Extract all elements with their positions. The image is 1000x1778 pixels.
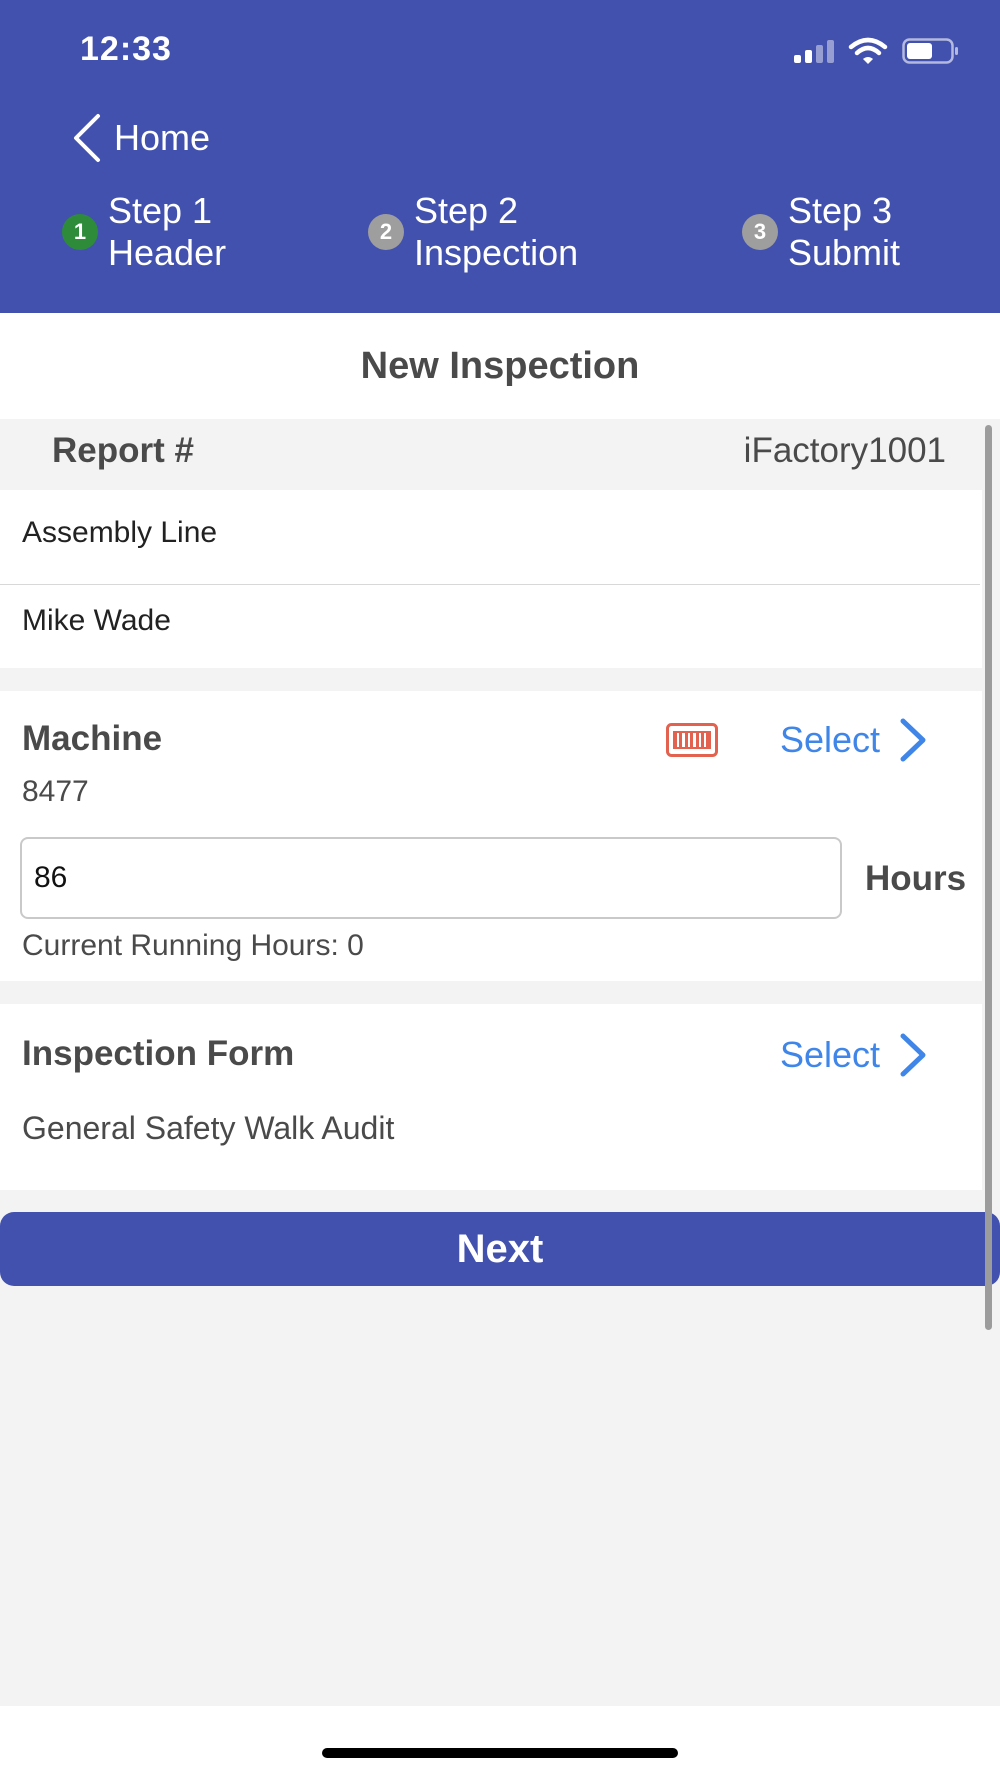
wifi-icon — [848, 37, 888, 64]
current-running-hours: Current Running Hours: 0 — [22, 929, 364, 962]
status-time: 12:33 — [80, 30, 172, 68]
step-label: Step 3 Submit — [788, 190, 900, 274]
inspection-form-select-label: Select — [780, 1034, 881, 1075]
location-field[interactable]: Assembly Line — [22, 516, 217, 550]
machine-select-button[interactable]: Select — [780, 717, 928, 763]
home-indicator[interactable] — [322, 1748, 678, 1758]
machine-heading: Machine — [22, 719, 163, 758]
step-badge: 1 — [62, 214, 98, 250]
machine-section: Machine Select 8477 Hours Current Runnin… — [0, 691, 982, 981]
step-label: Step 1 Header — [108, 190, 226, 274]
step-badge: 2 — [368, 214, 404, 250]
header-info-group: Assembly Line Mike Wade — [0, 490, 982, 668]
app-header: 12:33 Home 1 Step 1 Header 2 Step 2 Insp… — [0, 0, 1000, 313]
report-number-value: iFactory1001 — [743, 431, 946, 470]
back-button-label: Home — [114, 117, 211, 158]
inspection-form-select-button[interactable]: Select — [780, 1032, 928, 1078]
step-title: Step 3 — [788, 190, 893, 231]
inspector-field[interactable]: Mike Wade — [22, 604, 171, 638]
step-title: Step 2 — [414, 190, 519, 231]
machine-value: 8477 — [22, 775, 89, 808]
step-label: Step 2 Inspection — [414, 190, 578, 274]
inspection-form-section: Inspection Form Select General Safety Wa… — [0, 1004, 982, 1190]
step-indicator: 1 Step 1 Header 2 Step 2 Inspection 3 St… — [0, 190, 1000, 280]
title-bar: New Inspection — [0, 313, 1000, 419]
next-button[interactable]: Next — [0, 1212, 1000, 1286]
report-number-row: Report # iFactory1001 — [0, 419, 982, 490]
inspection-form-heading: Inspection Form — [22, 1034, 295, 1073]
divider — [0, 584, 980, 585]
chevron-left-icon — [74, 114, 100, 162]
step-subtitle: Header — [108, 232, 227, 273]
page-title: New Inspection — [360, 344, 640, 387]
bottom-safe-area — [0, 1706, 1000, 1778]
step-inspection[interactable]: 2 Step 2 Inspection — [368, 190, 578, 274]
step-title: Step 1 — [108, 190, 213, 231]
chevron-right-icon — [900, 1033, 926, 1077]
back-button[interactable]: Home — [70, 112, 210, 164]
hours-input[interactable] — [20, 837, 842, 919]
status-icons — [794, 36, 960, 66]
step-submit[interactable]: 3 Step 3 Submit — [742, 190, 900, 274]
hours-unit-label: Hours — [865, 859, 967, 898]
inspection-form-value: General Safety Walk Audit — [22, 1110, 395, 1146]
step-subtitle: Inspection — [414, 232, 579, 273]
battery-icon — [902, 38, 958, 64]
cellular-signal-icon — [794, 39, 834, 63]
report-number-label: Report # — [52, 431, 194, 470]
barcode-scan-icon[interactable] — [666, 723, 718, 757]
step-subtitle: Submit — [788, 232, 901, 273]
scrollbar[interactable] — [985, 425, 992, 1330]
step-header[interactable]: 1 Step 1 Header — [62, 190, 226, 274]
machine-select-label: Select — [780, 719, 881, 760]
chevron-right-icon — [900, 718, 926, 762]
step-badge: 3 — [742, 214, 778, 250]
